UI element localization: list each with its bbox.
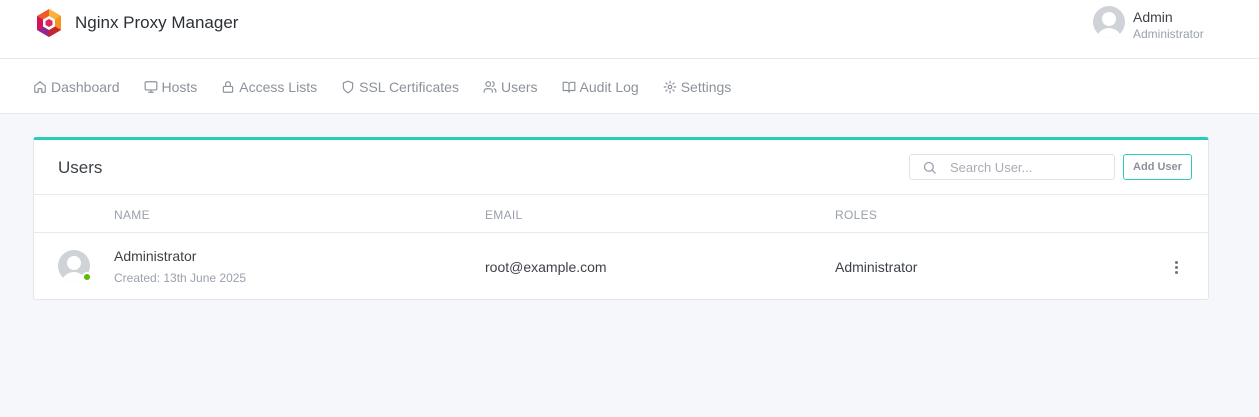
nav-item-label: Audit Log (579, 78, 639, 95)
nav-item-label: Access Lists (239, 78, 318, 95)
user-row-email: root@example.com (485, 259, 607, 275)
user-row-created: Created: 13th June 2025 (114, 271, 247, 285)
table-header: NAME EMAIL ROLES (34, 195, 1208, 233)
nav-item-audit-log[interactable]: Audit Log (562, 79, 639, 95)
nav-item-label: Dashboard (51, 78, 120, 95)
row-actions-menu-icon[interactable] (1170, 258, 1182, 276)
nav-item-label: Users (500, 78, 538, 95)
online-status-dot (82, 272, 92, 282)
nav-item-dashboard[interactable]: Dashboard (33, 79, 120, 95)
user-row-name: Administrator (114, 248, 197, 264)
monitor-icon (144, 80, 157, 93)
nav-item-label: SSL Certificates (359, 78, 459, 95)
nginx-proxy-manager-logo (37, 9, 61, 37)
table-row: Administrator Created: 13th June 2025 ro… (34, 234, 1208, 300)
home-icon (34, 80, 46, 93)
lock-icon (223, 80, 234, 93)
top-header: Nginx Proxy Manager Admin Administrator (0, 0, 1259, 59)
nav-item-users[interactable]: Users (483, 79, 538, 95)
nav-item-access-lists[interactable]: Access Lists (221, 79, 317, 95)
user-name: Admin (1133, 9, 1173, 25)
nav-item-label: Hosts (161, 78, 198, 95)
nav-item-ssl-certificates[interactable]: SSL Certificates (341, 79, 459, 95)
user-avatar (1093, 6, 1125, 38)
column-header-name: NAME (114, 208, 150, 222)
users-card: Users Add User NAME EMAIL ROLES Administ… (33, 137, 1209, 300)
row-avatar (58, 250, 92, 282)
user-menu[interactable]: Admin Administrator (1093, 6, 1204, 42)
nav-item-hosts[interactable]: Hosts (144, 78, 198, 95)
nav-item-label: Settings (680, 78, 732, 95)
settings-icon (663, 80, 677, 93)
search-icon (923, 161, 936, 174)
add-user-button[interactable]: Add User (1123, 154, 1192, 180)
book-open-icon (562, 81, 575, 93)
brand[interactable]: Nginx Proxy Manager (34, 8, 238, 38)
users-icon (483, 80, 497, 93)
card-title: Users (58, 158, 103, 177)
user-role: Administrator (1133, 27, 1204, 41)
nav-item-settings[interactable]: Settings (663, 78, 732, 95)
search-input[interactable] (950, 158, 1110, 176)
column-header-email: EMAIL (485, 208, 523, 222)
shield-icon (342, 80, 354, 93)
user-row-roles: Administrator (835, 259, 918, 275)
search-box[interactable] (909, 154, 1115, 180)
main-nav: Dashboard Hosts Access Lists SSL Certifi… (0, 59, 1259, 114)
app-title: Nginx Proxy Manager (75, 13, 239, 32)
card-header: Users Add User (34, 140, 1208, 195)
column-header-roles: ROLES (835, 208, 878, 222)
